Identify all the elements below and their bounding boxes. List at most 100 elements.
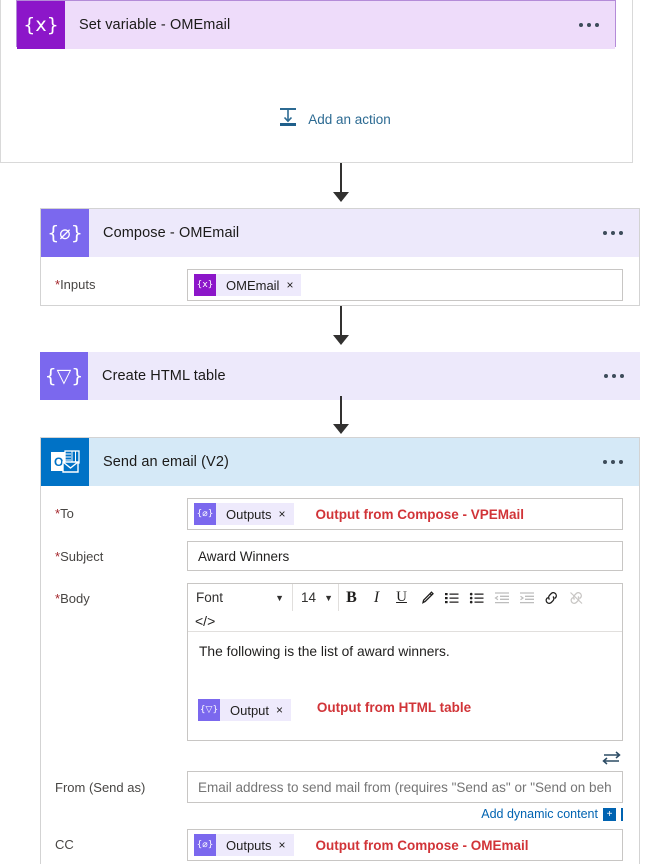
send-email-header[interactable]: O Send an email (V2) (41, 438, 639, 486)
body-rich-text-editor[interactable]: Font ▼ 14 ▼ B I U </> The following is t… (187, 583, 623, 741)
compose-header[interactable]: {⌀} Compose - OMEmail (41, 209, 639, 257)
highlighter-pen-icon[interactable] (414, 584, 439, 611)
dynamic-token-outputs-to[interactable]: {⌀} Outputs × (194, 503, 294, 525)
subject-control: Award Winners (187, 541, 639, 571)
body-annotation-note: Output from HTML table (316, 700, 472, 715)
bold-button[interactable]: B (339, 584, 364, 611)
connector-line-2 (340, 306, 342, 338)
body-text-line: The following is the list of award winne… (199, 644, 450, 659)
numbered-list-icon[interactable] (439, 584, 464, 611)
from-send-as-label: From (Send as) (55, 780, 146, 795)
action-card-create-html-table[interactable]: {▽} Create HTML table (40, 352, 640, 400)
create-html-table-title: Create HTML table (102, 368, 226, 384)
token-remove-icon[interactable]: × (279, 838, 294, 852)
compose-inputs-control: {x} OMEmail × (187, 269, 639, 301)
token-label: Outputs (226, 506, 272, 522)
swap-arrows-icon[interactable] (601, 749, 623, 772)
dynamic-token-output-html-table[interactable]: {▽} Output × (198, 699, 292, 721)
subject-field[interactable]: Award Winners (187, 541, 623, 571)
rte-toolbar-second-row: </> (188, 611, 622, 631)
to-annotation-note: Output from Compose - VPEMail (315, 506, 525, 522)
send-email-body: *To {⌀} Outputs × Output from Compose - … (41, 486, 639, 864)
body-label-text: Body (60, 591, 90, 606)
token-remove-icon[interactable]: × (286, 278, 301, 292)
token-remove-icon[interactable]: × (279, 507, 294, 521)
underline-button[interactable]: U (389, 584, 414, 611)
create-html-table-header[interactable]: {▽} Create HTML table (40, 352, 640, 400)
action-card-send-an-email[interactable]: O Send an email (V2) *To {⌀} Outputs × O… (40, 437, 640, 864)
bullet-list-icon[interactable] (464, 584, 489, 611)
add-dynamic-content-plus-icon[interactable]: + (603, 807, 616, 821)
code-view-button[interactable]: </> (192, 608, 218, 635)
add-dynamic-content-bar (621, 807, 623, 821)
connector-arrow-3 (333, 424, 349, 434)
compose-inputs-label-text: Inputs (60, 277, 96, 292)
compose-inputs-row: *Inputs {x} OMEmail × (41, 269, 639, 301)
set-variable-title: Set variable - OMEmail (79, 17, 231, 33)
variable-token-icon: {x} (194, 274, 216, 296)
action-card-set-variable[interactable]: {x} Set variable - OMEmail (16, 0, 616, 49)
compose-inputs-field[interactable]: {x} OMEmail × (187, 269, 623, 301)
add-an-action-button[interactable]: Add an action (0, 106, 668, 133)
connector-arrow-2 (333, 335, 349, 345)
compose-glyph: {⌀} (47, 221, 83, 244)
decrease-indent-icon[interactable] (489, 584, 514, 611)
outlook-icon: O (41, 438, 89, 486)
flow-designer-canvas: {x} Set variable - OMEmail Add an action (0, 0, 668, 864)
token-label: Output (230, 702, 270, 718)
add-dynamic-content-row: Add dynamic content + (187, 807, 623, 821)
compose-token-icon: {⌀} (194, 503, 216, 525)
cc-label: CC (55, 837, 74, 852)
token-label: OMEmail (226, 277, 280, 293)
rte-toolbar: Font ▼ 14 ▼ B I U </> (188, 584, 622, 632)
set-variable-icon: {x} (17, 1, 65, 49)
body-label: *Body (55, 583, 187, 606)
cc-row: CC {⌀} Outputs × Output from Compose - O… (41, 829, 639, 861)
italic-button[interactable]: I (364, 584, 389, 611)
insert-link-icon[interactable] (539, 584, 564, 611)
set-variable-header[interactable]: {x} Set variable - OMEmail (17, 1, 615, 49)
subject-label: *Subject (55, 541, 187, 564)
create-html-table-glyph: {▽} (44, 364, 84, 387)
add-action-label: Add an action (308, 112, 391, 127)
create-html-table-icon: {▽} (40, 352, 88, 400)
send-email-title: Send an email (V2) (103, 454, 229, 470)
add-action-icon (277, 106, 299, 133)
create-html-table-more-options-icon[interactable] (604, 374, 624, 378)
cc-annotation-note: Output from Compose - OMEmail (315, 837, 529, 853)
html-table-token-icon: {▽} (198, 699, 220, 721)
subject-label-text: Subject (60, 549, 104, 564)
cc-control: {⌀} Outputs × Output from Compose - OMEm… (187, 829, 639, 861)
connector-arrow-1 (333, 192, 349, 202)
increase-indent-icon[interactable] (514, 584, 539, 611)
dynamic-token-outputs-cc[interactable]: {⌀} Outputs × (194, 834, 294, 856)
add-dynamic-content-link[interactable]: Add dynamic content (481, 807, 598, 821)
to-field[interactable]: {⌀} Outputs × Output from Compose - VPEM… (187, 498, 623, 530)
cc-field[interactable]: {⌀} Outputs × Output from Compose - OMEm… (187, 829, 623, 861)
swap-row (41, 749, 639, 771)
remove-link-icon[interactable] (564, 584, 589, 611)
compose-inputs-label: *Inputs (55, 269, 187, 292)
set-variable-more-options-icon[interactable] (579, 23, 599, 27)
from-send-as-row: From (Send as) Add dynamic content + (41, 771, 639, 821)
body-editor-content[interactable]: The following is the list of award winne… (188, 632, 622, 740)
connector-line-1 (340, 163, 342, 195)
compose-body: *Inputs {x} OMEmail × (41, 257, 639, 301)
body-control: Font ▼ 14 ▼ B I U </> The following is t… (187, 583, 639, 741)
compose-more-options-icon[interactable] (603, 231, 623, 235)
token-remove-icon[interactable]: × (276, 703, 291, 717)
compose-title: Compose - OMEmail (103, 225, 240, 241)
dynamic-token-omemail[interactable]: {x} OMEmail × (194, 274, 302, 296)
action-card-compose[interactable]: {⌀} Compose - OMEmail *Inputs {x} OMEmai… (40, 208, 640, 306)
from-send-as-input[interactable] (187, 771, 623, 803)
to-label: *To (55, 498, 187, 521)
compose-token-icon: {⌀} (194, 834, 216, 856)
font-family-value: Font (196, 590, 224, 605)
token-label: Outputs (226, 837, 272, 853)
send-email-more-options-icon[interactable] (603, 460, 623, 464)
font-size-dropdown[interactable]: 14 ▼ (293, 584, 339, 611)
